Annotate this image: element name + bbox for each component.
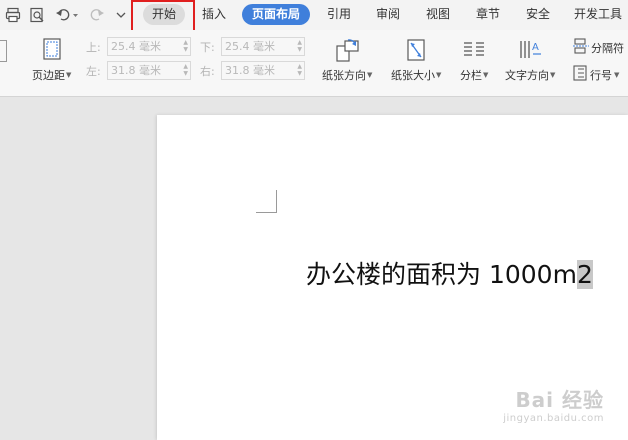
margin-corner-mark (256, 190, 277, 213)
redo-icon[interactable] (88, 6, 106, 24)
customize-dropdown-icon[interactable] (114, 6, 128, 24)
spinner-icon[interactable]: ▲ ▼ (183, 63, 188, 77)
page-margins-button[interactable]: 页边距 ▼ (32, 38, 71, 83)
margin-bottom-field[interactable]: 25.4 毫米 ▲ ▼ (221, 37, 305, 56)
line-numbers-label: 行号 (590, 68, 612, 82)
tab-review[interactable]: 审阅 (370, 4, 406, 25)
paper-size-label: 纸张大小 (391, 69, 435, 82)
watermark-url: jingyan.baidu.com (503, 413, 604, 424)
undo-icon[interactable] (54, 6, 80, 24)
page-margins-label: 页边距 (32, 69, 65, 82)
ribbon-toolbar: 页边距 ▼ 上: 25.4 毫米 ▲ ▼ 下: 25.4 毫米 ▲ ▼ 左: 31.… (0, 30, 628, 97)
margin-right-field[interactable]: 31.8 毫米 ▲ ▼ (221, 61, 305, 80)
spinner-icon[interactable]: ▲ ▼ (183, 39, 188, 53)
selected-text[interactable]: 2 (576, 260, 593, 289)
caret-down-icon: ▼ (614, 70, 620, 79)
tab-view[interactable]: 视图 (420, 4, 456, 25)
margin-right-label: 右: (200, 65, 215, 78)
margin-top-label: 上: (86, 41, 101, 54)
separator-button[interactable]: 分隔符 (573, 38, 624, 57)
columns-button[interactable]: 分栏 ▼ (460, 38, 488, 83)
partial-ribbon-icon (0, 40, 7, 62)
text-direction-label: 文字方向 (505, 69, 549, 82)
caret-down-icon: ▼ (550, 71, 556, 79)
paper-orientation-icon (334, 38, 360, 66)
document-text-line[interactable]: 办公楼的面积为 1000m2 (306, 256, 593, 294)
caret-down-icon: ▼ (436, 71, 442, 79)
tab-chapter[interactable]: 章节 (470, 4, 506, 25)
watermark-logo: Bai 经验 (515, 388, 604, 412)
text-direction-icon: A (517, 38, 543, 66)
tab-developer-tools[interactable]: 开发工具 (574, 4, 628, 25)
text-direction-button[interactable]: A 文字方向 ▼ (505, 38, 555, 83)
caret-down-icon: ▼ (483, 71, 489, 79)
watermark: Bai 经验 jingyan.baidu.com (503, 384, 604, 424)
separator-label: 分隔符 (591, 41, 624, 55)
tab-references[interactable]: 引用 (322, 4, 356, 25)
svg-text:A: A (532, 42, 539, 53)
caret-down-icon: ▼ (367, 71, 373, 79)
margin-bottom-label: 下: (200, 41, 215, 54)
margin-left-label: 左: (86, 65, 101, 78)
spinner-icon[interactable]: ▲ ▼ (297, 63, 302, 77)
columns-label: 分栏 (460, 69, 482, 82)
tab-security[interactable]: 安全 (520, 4, 556, 25)
tab-insert[interactable]: 插入 (196, 4, 232, 25)
paper-size-icon (405, 38, 427, 66)
margin-top-field[interactable]: 25.4 毫米 ▲ ▼ (107, 37, 191, 56)
columns-icon (462, 38, 486, 66)
line-numbers-button[interactable]: 行号 ▼ (573, 65, 619, 84)
print-icon[interactable] (4, 6, 22, 24)
paper-orientation-label: 纸张方向 (322, 69, 366, 82)
paper-size-button[interactable]: 纸张大小 ▼ (391, 38, 441, 83)
margin-left-field[interactable]: 31.8 毫米 ▲ ▼ (107, 61, 191, 80)
separator-icon (573, 38, 589, 57)
menu-bar: 开始 插入 页面布局 引用 审阅 视图 章节 安全 开发工具 (0, 0, 628, 30)
print-preview-icon[interactable] (28, 6, 46, 24)
caret-down-icon: ▼ (66, 71, 72, 79)
page-margins-icon (42, 38, 62, 64)
spinner-icon[interactable]: ▲ ▼ (297, 39, 302, 53)
tab-page-layout[interactable]: 页面布局 (242, 4, 310, 25)
paper-orientation-button[interactable]: 纸张方向 ▼ (322, 38, 372, 83)
document-text[interactable]: 办公楼的面积为 1000m (306, 260, 577, 289)
line-numbers-icon (573, 65, 587, 84)
